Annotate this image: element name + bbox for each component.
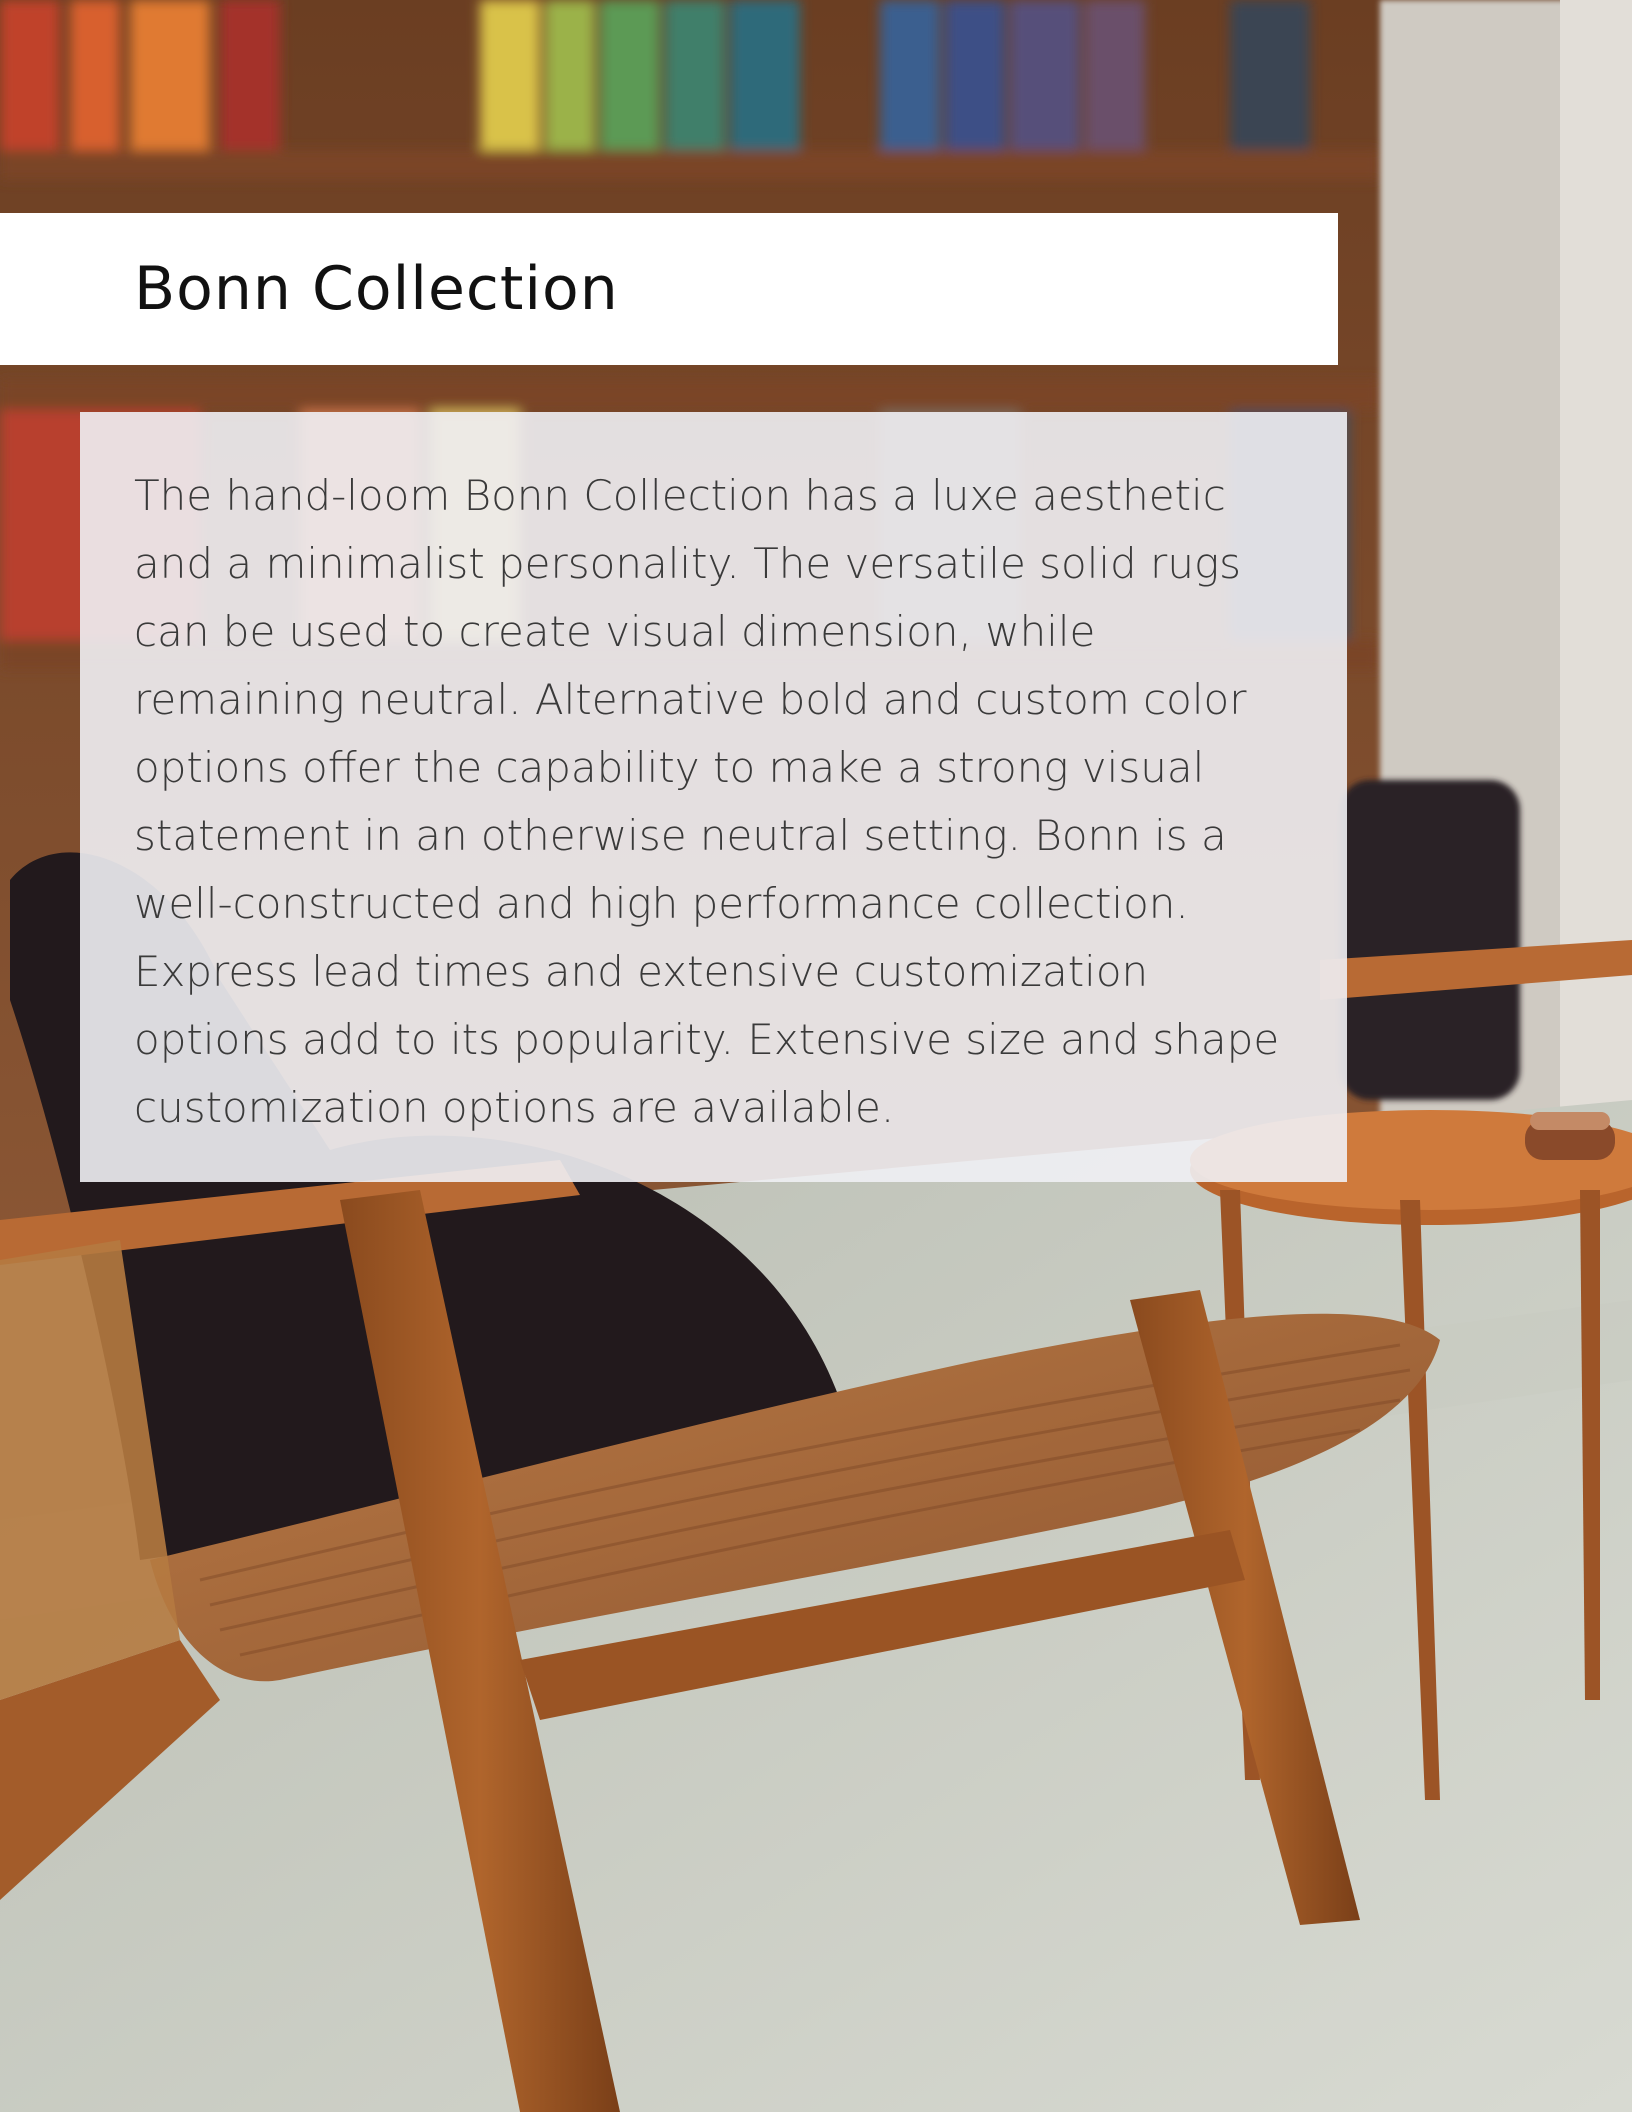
title-banner: Bonn Collection (0, 213, 1338, 365)
page-title: Bonn Collection (134, 254, 619, 324)
description-text: The hand-loom Bonn Collection has a luxe… (134, 471, 1280, 1132)
description-panel: The hand-loom Bonn Collection has a luxe… (80, 412, 1347, 1182)
